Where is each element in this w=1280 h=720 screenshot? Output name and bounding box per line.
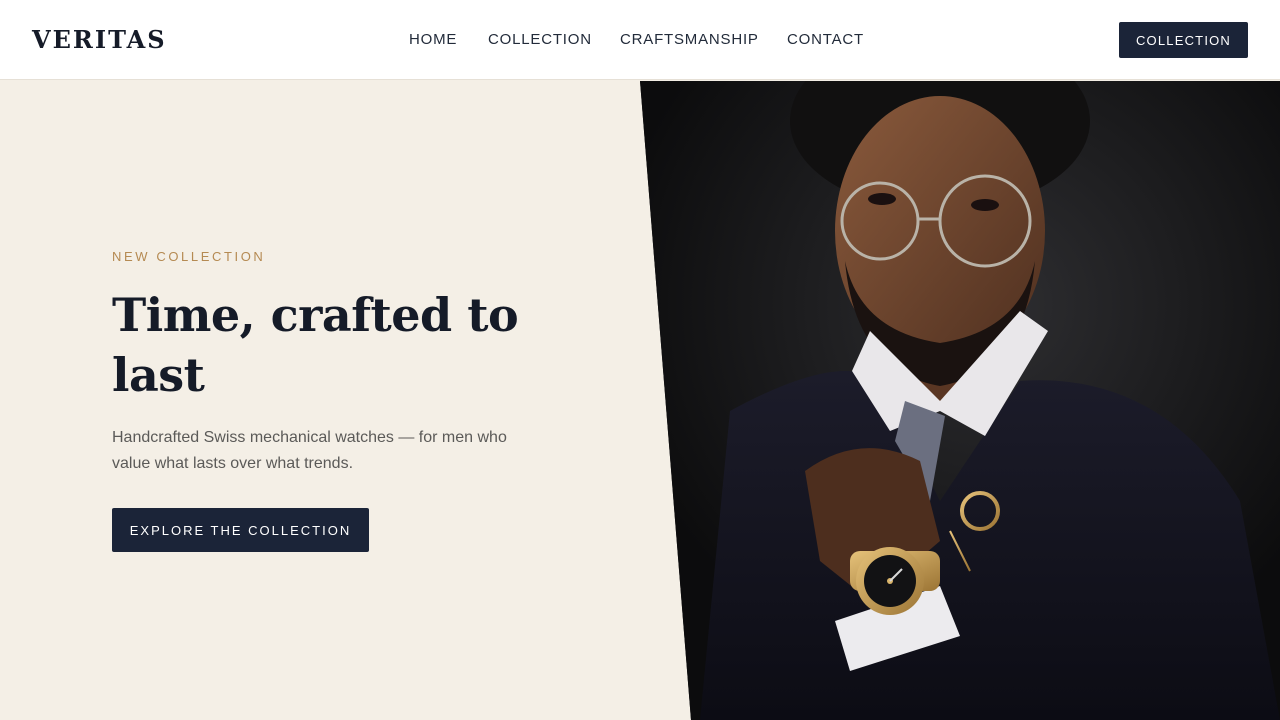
portrait-illustration — [640, 81, 1280, 720]
hero-text-panel: NEW COLLECTION Time, crafted to last Han… — [0, 81, 700, 720]
nav-contact[interactable]: CONTACT — [787, 30, 864, 50]
nav-collection[interactable]: COLLECTION — [488, 30, 592, 50]
hero-eyebrow: NEW COLLECTION — [112, 249, 266, 264]
nav-home[interactable]: HOME — [409, 30, 457, 50]
nav-craftsmanship[interactable]: CRAFTSMANSHIP — [620, 30, 759, 50]
hero-image — [640, 81, 1280, 720]
site-header: VERITAS HOME COLLECTION CRAFTSMANSHIP CO… — [0, 0, 1280, 80]
hero-subtext: Handcrafted Swiss mechanical watches — f… — [112, 429, 507, 472]
main-nav: HOME COLLECTION CRAFTSMANSHIP CONTACT — [0, 30, 1280, 50]
header-collection-button[interactable]: COLLECTION — [1119, 22, 1248, 58]
explore-collection-button[interactable]: EXPLORE THE COLLECTION — [112, 508, 369, 552]
hero-headline: Time, crafted to last — [112, 288, 519, 402]
